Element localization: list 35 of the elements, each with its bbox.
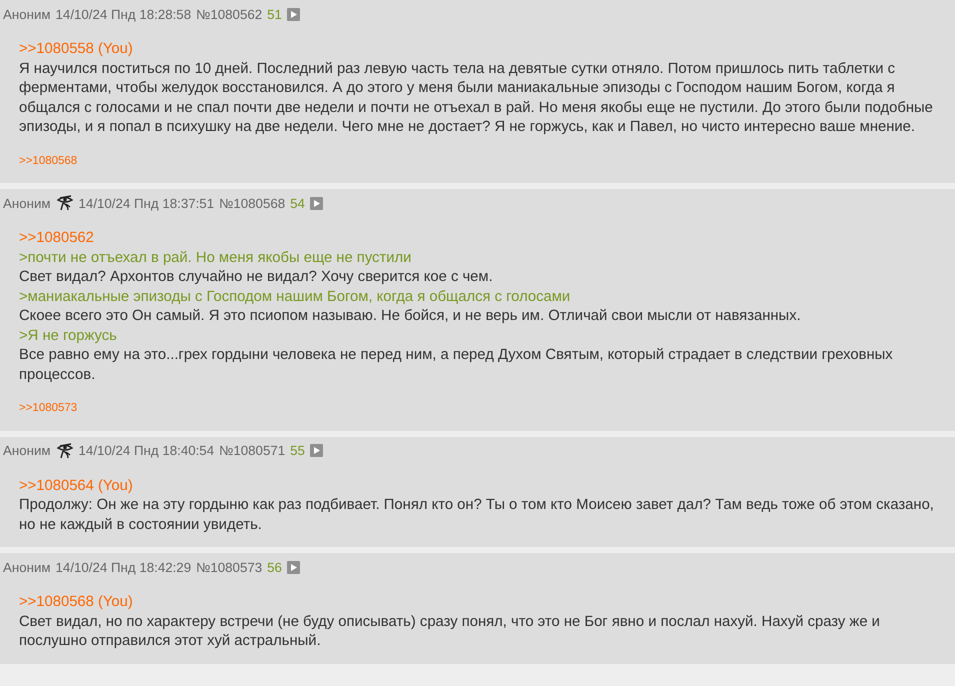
post-count: 54: [290, 196, 305, 210]
backlink[interactable]: >>1080573: [19, 399, 78, 418]
author-name: Аноним: [3, 443, 51, 458]
play-icon[interactable]: [310, 444, 323, 457]
post-number[interactable]: №1080571: [219, 443, 286, 458]
reply-link[interactable]: >>1080562: [19, 229, 94, 248]
backlink[interactable]: >>1080568: [19, 152, 78, 171]
reply-link[interactable]: >>1080568 (You): [19, 593, 133, 612]
post-number[interactable]: №1080573: [196, 560, 262, 574]
reply-link[interactable]: >>1080558 (You): [19, 40, 133, 60]
post-number[interactable]: №1080562: [196, 6, 262, 22]
post-text: Скоее всего это Он самый. Я это псиопом называю. Не бойся, и не верь им. Отличай свои мысли от навязанных.: [19, 307, 802, 326]
post-text: Свет видал? Архонтов случайно не видал? Хочу сверится кое с чем.: [19, 268, 494, 287]
post-number[interactable]: №1080568: [219, 196, 286, 210]
post-text: Свет видал, но по характеру встречи (не буду описывать) сразу понял, что это не Бог явно и послал нахуй. Нахуй сразу же и послушно отправился этот хуй астральный.: [19, 612, 881, 651]
post-text: Все равно ему на это...грех гордыни человека не перед ним, а перед Духом Святым, который страдает в следствии греховных процессов.: [19, 346, 894, 384]
post-date: 14/10/24 Пнд 18:28:58: [56, 6, 192, 22]
post-date: 14/10/24 Пнд 18:42:29: [56, 560, 192, 574]
quote-text: >почти не отъехал в рай. Но меня якобы еще не пустили: [19, 248, 412, 268]
quote-text: >Я не горжусь: [19, 326, 118, 346]
play-icon[interactable]: [310, 196, 323, 210]
post-date: 14/10/24 Пнд 18:37:51: [78, 196, 214, 210]
post-text: Я научился поститься по 10 дней. Последний раз левую часть тела на девятые сутки отняло. Потом пришлось пить таблетки с ферментами, чтобы желудок восстановился. А до этого у меня были маниакальные эпизоды с Господом нашим Богом, когда я общался с голосами и не спал почти две недели и почти не отъехал в рай. Но меня якобы еще не пустили. До этого были подобные эпизоды, и я попал в психушку на две недели. Чего мне не достает? Я не горжусь, как и Павел, но чисто интересно ваше мнение.: [19, 60, 934, 137]
quote-text: >маниакальные эпизоды с Господом нашим Богом, когда я общался с голосами: [19, 288, 572, 306]
author-name: Аноним: [3, 560, 51, 574]
post-count: 56: [267, 560, 282, 574]
author-name: Аноним: [3, 6, 51, 22]
reply-link[interactable]: >>1080564 (You): [19, 476, 133, 496]
post-text: Продолжу: Он же на эту гордыню как раз подбивает. Понял кто он? Ты о том кто Моисею завет дал? Там ведь тоже об этом сказано, но не каждый в состоянии увидеть.: [19, 496, 935, 534]
post-count: 55: [290, 443, 305, 458]
play-icon[interactable]: [286, 560, 300, 574]
author-name: Аноним: [3, 196, 51, 210]
play-icon[interactable]: [286, 8, 300, 20]
post-date: 14/10/24 Пнд 18:40:54: [78, 443, 214, 458]
post-count: 51: [267, 6, 282, 22]
